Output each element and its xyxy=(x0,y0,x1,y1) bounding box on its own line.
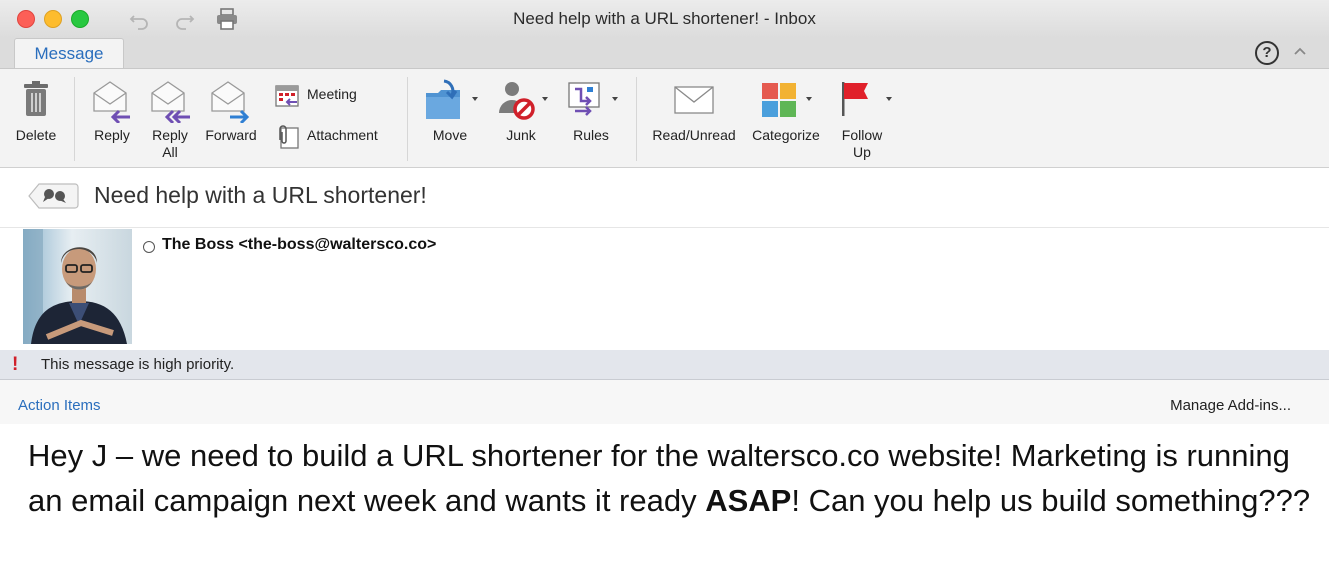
message-body: Hey J – we need to build a URL shortener… xyxy=(28,433,1313,523)
trash-icon xyxy=(24,81,48,116)
priority-infobar: ! This message is high priority. xyxy=(0,350,1329,380)
title-bar: Need help with a URL shortener! - Inbox xyxy=(0,0,1329,38)
junk-label: Junk xyxy=(506,127,536,143)
attachment-label: Attachment xyxy=(307,127,378,143)
message-body-text-end: ! Can you help us build something??? xyxy=(791,483,1311,518)
envelope-icon xyxy=(674,86,714,114)
junk-icon xyxy=(499,82,535,120)
follow-up-button[interactable]: Follow Up xyxy=(834,79,892,163)
rules-icon xyxy=(568,82,600,116)
forward-icon xyxy=(211,81,250,123)
junk-dropdown-caret-icon xyxy=(542,97,548,101)
tab-message[interactable]: Message xyxy=(14,38,124,70)
reply-label: Reply xyxy=(94,127,130,143)
message-body-bold: ASAP xyxy=(705,483,792,518)
read-unread-button[interactable]: Read/Unread xyxy=(646,79,742,159)
sender-name[interactable]: The Boss <the-boss@waltersco.co> xyxy=(162,236,436,254)
high-priority-icon: ! xyxy=(12,354,19,375)
reply-all-button[interactable]: Reply All xyxy=(142,79,198,163)
meeting-label: Meeting xyxy=(307,86,357,102)
rules-label: Rules xyxy=(573,127,609,143)
categorize-dropdown-caret-icon xyxy=(806,97,812,101)
meeting-button[interactable]: Meeting xyxy=(275,84,395,108)
move-dropdown-caret-icon xyxy=(472,97,478,101)
paperclip-icon xyxy=(279,125,299,149)
flag-icon xyxy=(842,82,868,116)
rules-dropdown-caret-icon xyxy=(612,97,618,101)
ribbon-divider xyxy=(636,77,637,161)
reply-button[interactable]: Reply xyxy=(84,79,140,159)
follow-up-label-line1: Follow xyxy=(841,127,883,143)
categorize-label: Categorize xyxy=(752,127,820,143)
categorize-icon xyxy=(762,83,796,117)
move-button[interactable]: Move xyxy=(418,79,482,159)
reply-all-icon xyxy=(151,81,190,123)
sender-avatar xyxy=(23,229,132,344)
conversation-icon[interactable] xyxy=(27,182,79,210)
window-title: Need help with a URL shortener! - Inbox xyxy=(513,9,816,28)
action-items-link[interactable]: Action Items xyxy=(18,397,101,414)
calendar-icon xyxy=(275,85,299,107)
reply-all-label-line1: Reply xyxy=(152,127,188,143)
junk-button[interactable]: Junk xyxy=(490,79,552,159)
read-unread-label: Read/Unread xyxy=(652,127,736,143)
priority-text: This message is high priority. xyxy=(41,356,235,373)
delete-label: Delete xyxy=(15,127,57,143)
presence-status-icon xyxy=(143,241,155,253)
addins-bar: Action Items Manage Add-ins... xyxy=(0,380,1329,424)
move-folder-icon xyxy=(426,79,460,119)
forward-label: Forward xyxy=(205,127,257,143)
reply-all-label-line2: All xyxy=(162,144,178,160)
ribbon-tab-row: Message ? xyxy=(0,38,1329,70)
message-subject: Need help with a URL shortener! xyxy=(94,182,427,208)
subject-row: Need help with a URL shortener! xyxy=(0,167,1329,228)
follow-up-dropdown-caret-icon xyxy=(886,97,892,101)
rules-button[interactable]: Rules xyxy=(560,79,622,159)
collapse-ribbon-icon[interactable] xyxy=(1292,43,1308,59)
ribbon-divider xyxy=(407,77,408,161)
categorize-button[interactable]: Categorize xyxy=(744,79,828,159)
move-label: Move xyxy=(432,127,468,143)
ribbon: Delete Reply Reply All Forward Meeting A… xyxy=(0,68,1329,168)
follow-up-label-line2: Up xyxy=(853,144,871,160)
attachment-button[interactable]: Attachment xyxy=(275,125,395,149)
manage-addins-link[interactable]: Manage Add-ins... xyxy=(1170,397,1291,414)
help-icon[interactable]: ? xyxy=(1255,41,1279,65)
ribbon-divider xyxy=(74,77,75,161)
delete-button[interactable]: Delete xyxy=(6,79,66,159)
reply-icon xyxy=(93,81,130,123)
forward-button[interactable]: Forward xyxy=(200,79,262,159)
